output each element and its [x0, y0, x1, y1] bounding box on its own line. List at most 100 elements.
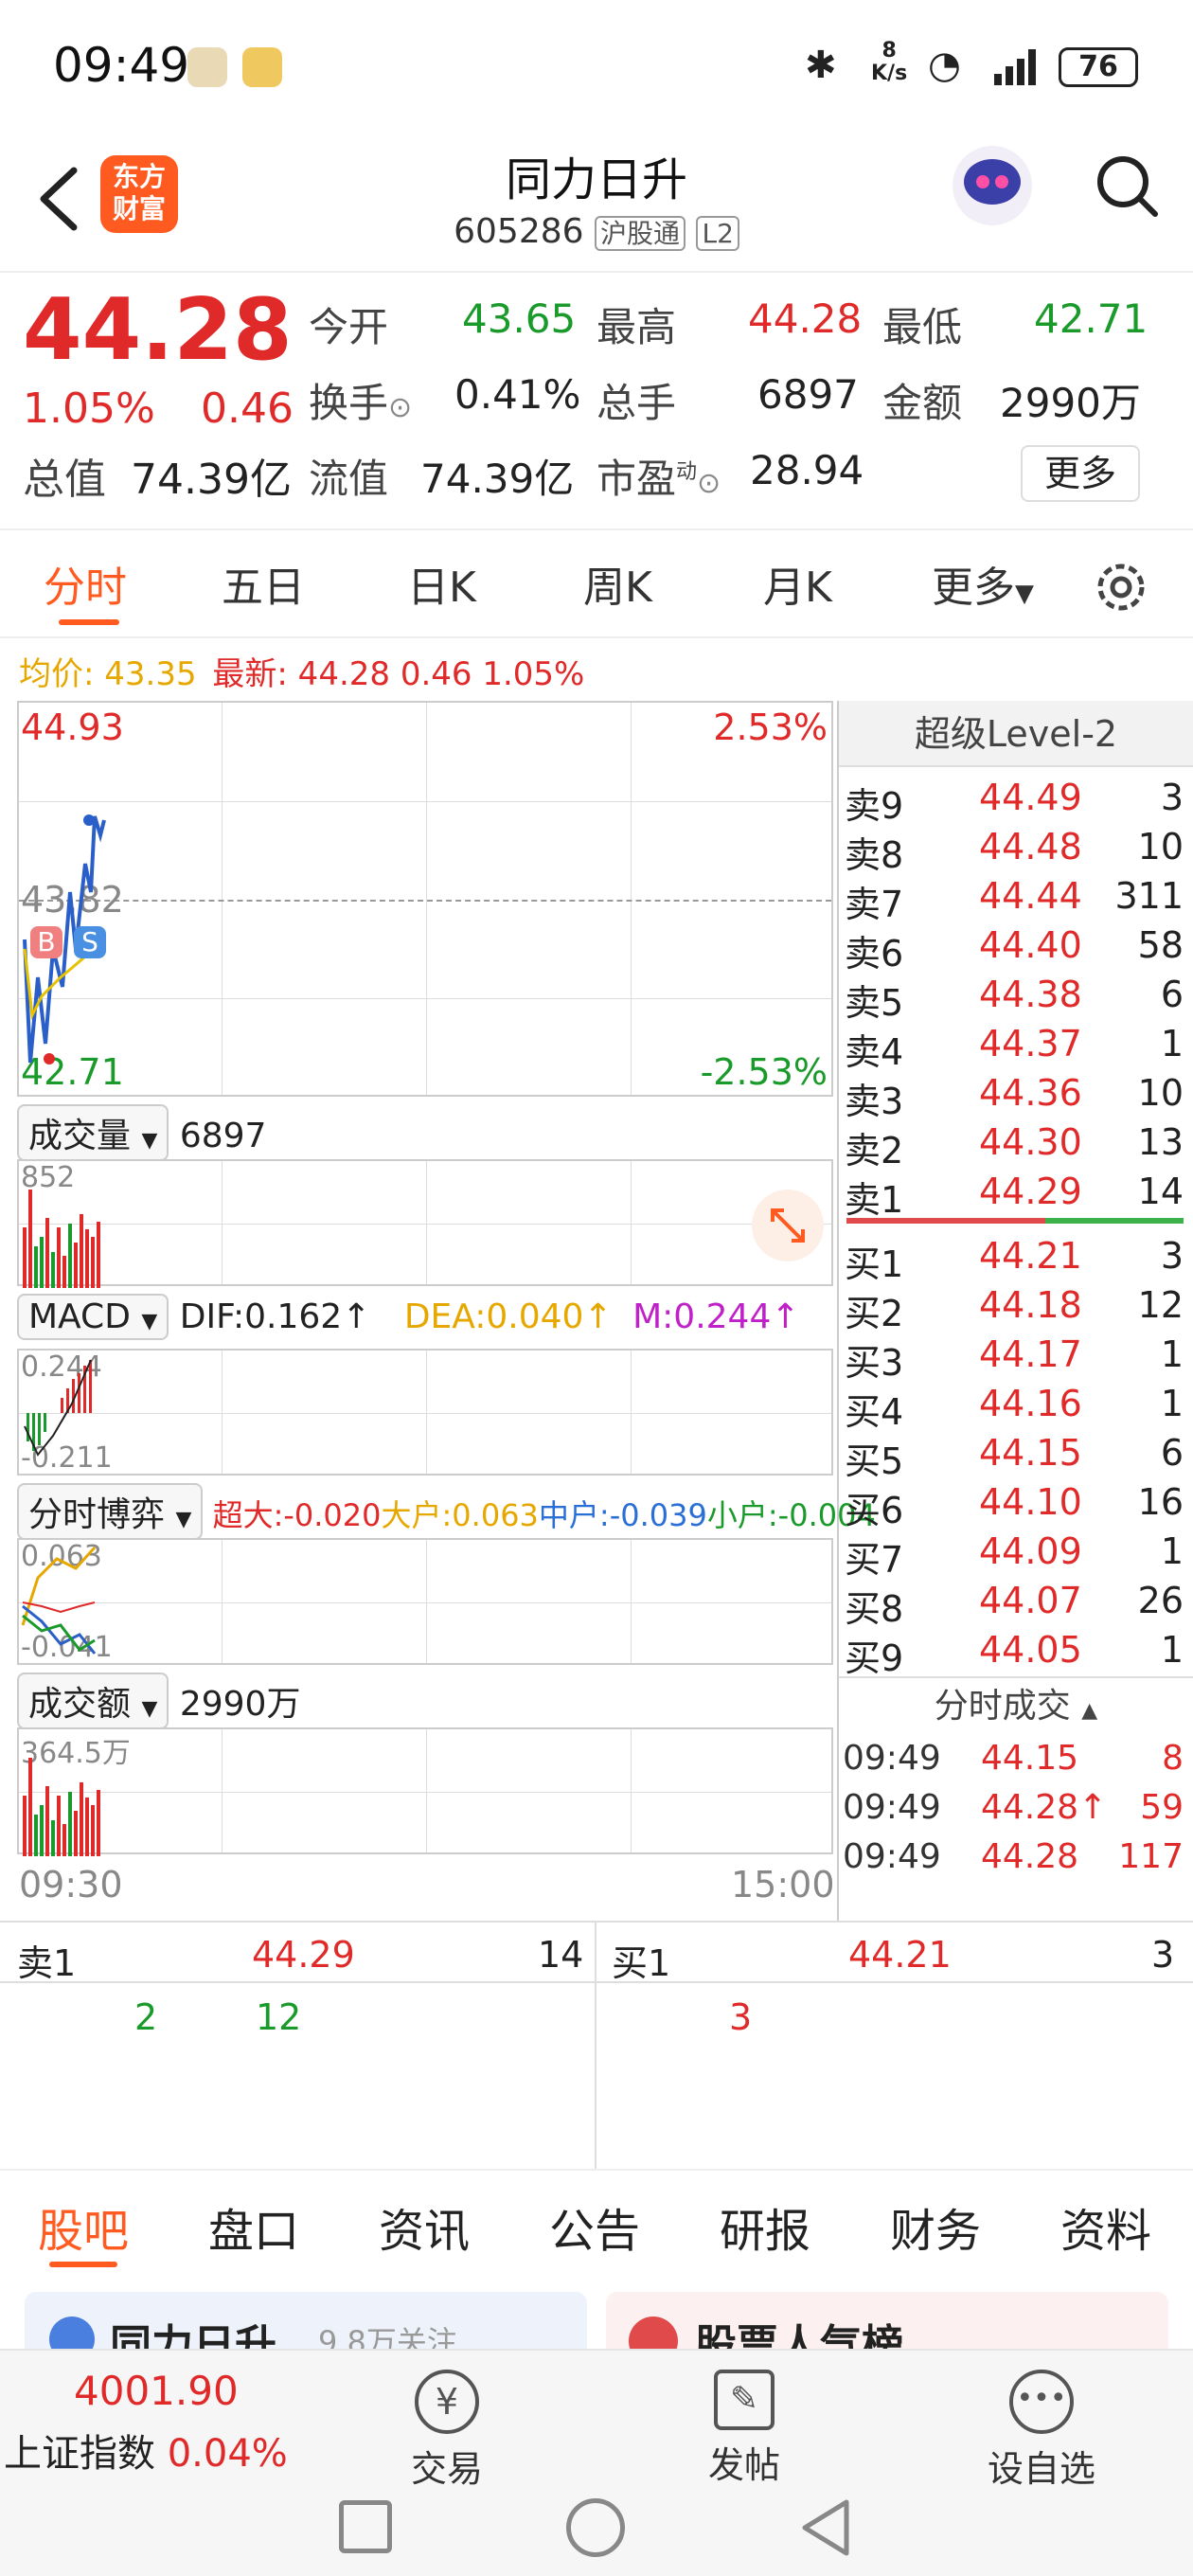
battery-level: 76: [1078, 50, 1118, 83]
level2-title[interactable]: 超级Level-2: [839, 701, 1193, 767]
tick-volume: 117: [1118, 1837, 1184, 1876]
more-button[interactable]: 更多: [1021, 445, 1140, 502]
tick-price: 44.28: [981, 1837, 1079, 1876]
open-value: 43.65: [462, 295, 577, 342]
post-button[interactable]: ✎ 发帖: [668, 2370, 820, 2488]
quote-total-value: 总值 74.39亿: [23, 456, 292, 504]
order-level: 卖6: [845, 933, 904, 975]
amount-dropdown[interactable]: 成交额 ▼: [17, 1673, 169, 1729]
order-price: 44.10: [979, 1481, 1082, 1523]
order-price: 44.30: [979, 1121, 1082, 1163]
bid-row[interactable]: 买6 44.10 16: [839, 1479, 1191, 1531]
order-price: 44.17: [979, 1333, 1082, 1375]
order-level: 买4: [845, 1391, 904, 1433]
bid-row[interactable]: 买3 44.17 1: [839, 1332, 1191, 1384]
ask-row[interactable]: 卖9 44.49 3: [839, 775, 1191, 827]
search-icon[interactable]: [1089, 148, 1165, 224]
ask-row[interactable]: 卖6 44.40 58: [839, 922, 1191, 975]
back-nav-icon[interactable]: [797, 2496, 854, 2559]
robot-assistant-icon[interactable]: [947, 140, 1038, 231]
ticks-title[interactable]: 分时成交 ▲: [839, 1676, 1193, 1733]
bid-row[interactable]: 买9 44.05 1: [839, 1627, 1191, 1679]
game-m: 中户:-0.039: [538, 1497, 707, 1533]
ask-row[interactable]: 卖3 44.36 10: [839, 1070, 1191, 1122]
order-price: 44.21: [979, 1235, 1082, 1277]
order-price: 44.16: [979, 1383, 1082, 1424]
index-line[interactable]: 上证指数 0.04%: [4, 2423, 288, 2478]
ask-row[interactable]: 卖8 44.48 10: [839, 824, 1191, 876]
ask-row[interactable]: 卖7 44.44 311: [839, 873, 1191, 925]
tab-forum[interactable]: 股吧: [38, 2193, 129, 2260]
settings-gear-icon[interactable]: [1091, 557, 1151, 617]
index-value[interactable]: 4001.90: [74, 2368, 239, 2414]
tab-weekly-k[interactable]: 周K: [583, 553, 652, 614]
info-icon[interactable]: ⊙: [388, 391, 412, 424]
tab-research[interactable]: 研报: [720, 2193, 810, 2260]
order-price: 44.49: [979, 777, 1082, 818]
amount-label: 金额: [882, 380, 963, 426]
tab-intraday[interactable]: 分时: [44, 553, 127, 614]
game-dropdown[interactable]: 分时博弈 ▼: [17, 1483, 204, 1540]
order-volume: 1: [1160, 1530, 1184, 1572]
bid-row[interactable]: 买8 44.07 26: [839, 1578, 1191, 1630]
high-value: 44.28: [748, 295, 863, 342]
tab-more[interactable]: 更多▼: [932, 553, 1034, 614]
turnover-value: 0.41%: [454, 371, 581, 418]
trade-icon: ¥: [415, 2370, 479, 2434]
volume-dropdown[interactable]: 成交量 ▼: [17, 1104, 169, 1161]
tab-profile[interactable]: 资料: [1060, 2193, 1151, 2260]
queue-ask-price: 44.29: [252, 1934, 355, 1976]
time-start-label: 09:30: [19, 1864, 123, 1905]
macd-dropdown[interactable]: MACD ▼: [17, 1294, 169, 1340]
turnover-label: 换手⊙: [309, 380, 413, 426]
home-icon[interactable]: [566, 2498, 625, 2557]
low-value: 42.71: [1034, 295, 1148, 342]
bid-row[interactable]: 买4 44.16 1: [839, 1381, 1191, 1433]
tab-finance[interactable]: 财务: [890, 2193, 981, 2260]
queue-bid-price: 44.21: [848, 1934, 952, 1976]
ask-row[interactable]: 卖2 44.30 13: [839, 1119, 1191, 1172]
order-price: 44.15: [979, 1432, 1082, 1474]
order-volume: 16: [1137, 1481, 1184, 1523]
order-price: 44.40: [979, 924, 1082, 966]
macd-bars: [24, 1359, 92, 1457]
order-volume: 1: [1160, 1629, 1184, 1671]
add-watchlist-button[interactable]: ••• 设自选: [966, 2370, 1117, 2492]
bid-row[interactable]: 买5 44.15 6: [839, 1430, 1191, 1482]
order-volume: 58: [1137, 924, 1184, 966]
ask-row[interactable]: 卖4 44.37 1: [839, 1021, 1191, 1073]
high-label: 最高: [596, 304, 677, 350]
macd-indicator: MACD ▼ DIF:0.162↑ DEA:0.040↑ M:0.244↑: [17, 1294, 800, 1340]
tab-news[interactable]: 资讯: [379, 2193, 470, 2260]
order-level: 买2: [845, 1293, 904, 1334]
bid-row[interactable]: 买2 44.18 12: [839, 1282, 1191, 1334]
order-level: 卖8: [845, 834, 904, 876]
stock-header: 东方 财富 同力日升 605286 沪股通 L2: [0, 133, 1193, 273]
intraday-chart[interactable]: 44.93 2.53% 43.82 42.71 -2.53% B S: [17, 701, 833, 1097]
order-book: 超级Level-2 卖9 44.49 3 卖8 44.48 10 卖7 44.44 311 卖6 4…: [837, 701, 1193, 1923]
open-label: 今开: [309, 304, 389, 350]
tab-orderbook[interactable]: 盘口: [208, 2193, 299, 2260]
footer-bar: 4001.90 上证指数 0.04% ¥ 交易 ✎ 发帖 ••• 设自选: [0, 2349, 1193, 2576]
tab-announcements[interactable]: 公告: [549, 2193, 640, 2260]
info-icon[interactable]: ⊙: [697, 467, 721, 500]
bid-row[interactable]: 买1 44.21 3: [839, 1233, 1191, 1285]
order-volume: 1: [1160, 1333, 1184, 1375]
time-end-label: 15:00: [731, 1864, 835, 1905]
queue-ask-item: 2: [134, 1996, 158, 2038]
ask-row[interactable]: 卖1 44.29 14: [839, 1169, 1191, 1221]
tab-monthly-k[interactable]: 月K: [763, 553, 832, 614]
order-price: 44.18: [979, 1284, 1082, 1326]
queue-bid-vol: 3: [1151, 1934, 1175, 1976]
recent-apps-icon[interactable]: [339, 2500, 392, 2553]
order-volume: 1: [1160, 1383, 1184, 1424]
queue-bid-item: 3: [729, 1996, 753, 2038]
expand-icon[interactable]: [752, 1190, 824, 1261]
tab-daily-k[interactable]: 日K: [407, 553, 476, 614]
tab-five-day[interactable]: 五日: [222, 553, 305, 614]
trade-button[interactable]: ¥ 交易: [371, 2370, 523, 2492]
bid-row[interactable]: 买7 44.09 1: [839, 1529, 1191, 1581]
ask-row[interactable]: 卖5 44.38 6: [839, 972, 1191, 1024]
price-line: [23, 814, 106, 1064]
order-price: 44.36: [979, 1072, 1082, 1114]
